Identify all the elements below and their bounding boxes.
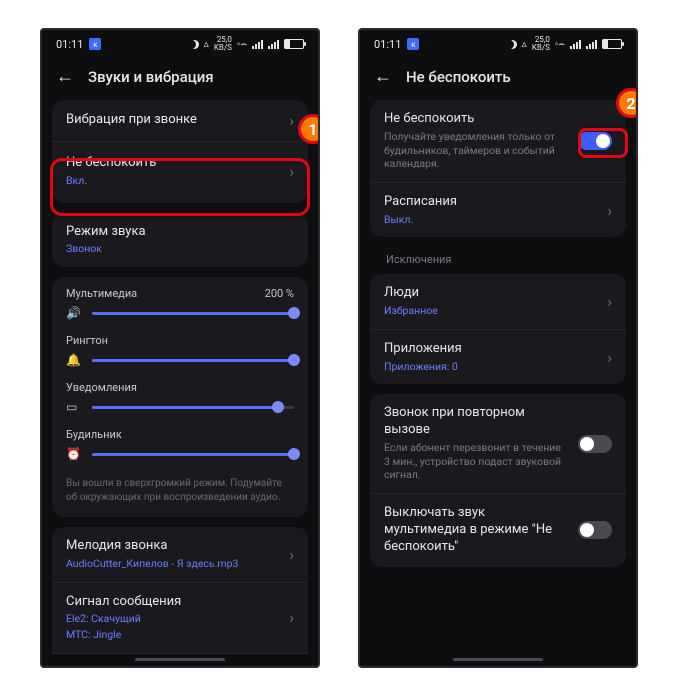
alarm-slider[interactable] [92, 453, 294, 456]
ringtone-slider[interactable] [92, 359, 294, 362]
status-time: 01:11 [374, 38, 401, 51]
repeat-call-toggle[interactable] [578, 435, 612, 453]
notification-icon: ▭ [66, 400, 82, 414]
row-msg-sound[interactable]: Сигнал сообщения Ele2: Скачущий МТС: Jin… [52, 582, 308, 653]
wifi-icon: ◦⌢ [237, 39, 247, 50]
chevron-right-icon: › [607, 292, 612, 311]
app-header: ← Звуки и вибрация [42, 58, 318, 100]
row-ringtone[interactable]: Мелодия звонка AudioCutter_Кипелов - Я з… [52, 527, 308, 582]
mute-media-toggle[interactable] [578, 521, 612, 539]
volume-card: Мультимедиа200 % 🔊 Рингтон 🔔 Уведомления… [52, 277, 308, 517]
step-badge-1: 1 [298, 114, 320, 144]
bell-icon: 🔔 [66, 353, 82, 367]
row-dnd-toggle[interactable]: Не беспокоить Получайте уведомления толь… [370, 100, 626, 182]
home-indicator[interactable] [135, 658, 225, 661]
page-title: Звуки и вибрация [88, 68, 214, 86]
phone-left: 01:11 к ▵ 25,0KB/S ◦⌢ ← Звуки и вибрация… [40, 28, 320, 668]
signal-icon-2 [586, 40, 597, 49]
step-badge-2: 2 [616, 88, 638, 118]
chevron-right-icon: › [289, 111, 294, 130]
battery-icon [284, 39, 304, 49]
row-vibration[interactable]: Вибрация при звонке › [52, 100, 308, 141]
dnd-icon [508, 40, 517, 49]
vibrate-icon: ▵ [522, 39, 527, 50]
alarm-icon: ⏰ [66, 447, 82, 461]
row-repeat-call[interactable]: Звонок при повторном вызове Если абонент… [370, 394, 626, 493]
row-people[interactable]: Люди Избранное › [370, 274, 626, 329]
chevron-right-icon: › [289, 545, 294, 564]
signal-icon-2 [268, 40, 279, 49]
notif-badge-icon: к [407, 38, 419, 50]
speaker-icon: 🔊 [66, 306, 82, 320]
status-bar: 01:11 к ▵ 25,0KB/S ◦⌢ [42, 30, 318, 58]
section-exceptions: Исключения [370, 247, 626, 274]
app-header: ← Не беспокоить [360, 58, 636, 100]
row-sound-mode[interactable]: Режим звука Звонок [52, 213, 308, 268]
vibrate-icon: ▵ [204, 39, 209, 50]
page-title: Не беспокоить [406, 68, 511, 86]
row-apps[interactable]: Приложения Приложения: 0 › [370, 329, 626, 385]
notif-slider[interactable] [92, 406, 294, 409]
row-mute-media[interactable]: Выключать звук мультимедиа в режиме "Не … [370, 493, 626, 567]
wifi-icon: ◦⌢ [555, 39, 565, 50]
signal-icon [570, 40, 581, 49]
status-bar: 01:11 к ▵ 25,0KB/S ◦⌢ [360, 30, 636, 58]
volume-warning: Вы вошли в сверхгромкий режим. Подумайте… [52, 477, 308, 517]
dnd-toggle[interactable] [578, 132, 612, 150]
media-slider[interactable] [92, 312, 294, 315]
notif-badge-icon: к [89, 38, 101, 50]
status-time: 01:11 [56, 38, 83, 51]
chevron-right-icon: › [289, 162, 294, 181]
row-notif-sound[interactable]: Звуковой сигнал уведомлений Мелодии › [52, 653, 308, 654]
back-icon[interactable]: ← [374, 70, 392, 84]
row-schedules[interactable]: Расписания Выкл. › [370, 182, 626, 238]
dnd-icon [190, 40, 199, 49]
chevron-right-icon: › [607, 348, 612, 367]
battery-icon [602, 39, 622, 49]
chevron-right-icon: › [607, 201, 612, 220]
back-icon[interactable]: ← [56, 70, 74, 84]
phone-right: 01:11 к ▵ 25,0KB/S ◦⌢ ← Не беспокоить Не… [358, 28, 638, 668]
row-dnd[interactable]: Не беспокоить Вкл. › [52, 141, 308, 203]
chevron-right-icon: › [289, 608, 294, 627]
signal-icon [252, 40, 263, 49]
home-indicator[interactable] [453, 658, 543, 661]
